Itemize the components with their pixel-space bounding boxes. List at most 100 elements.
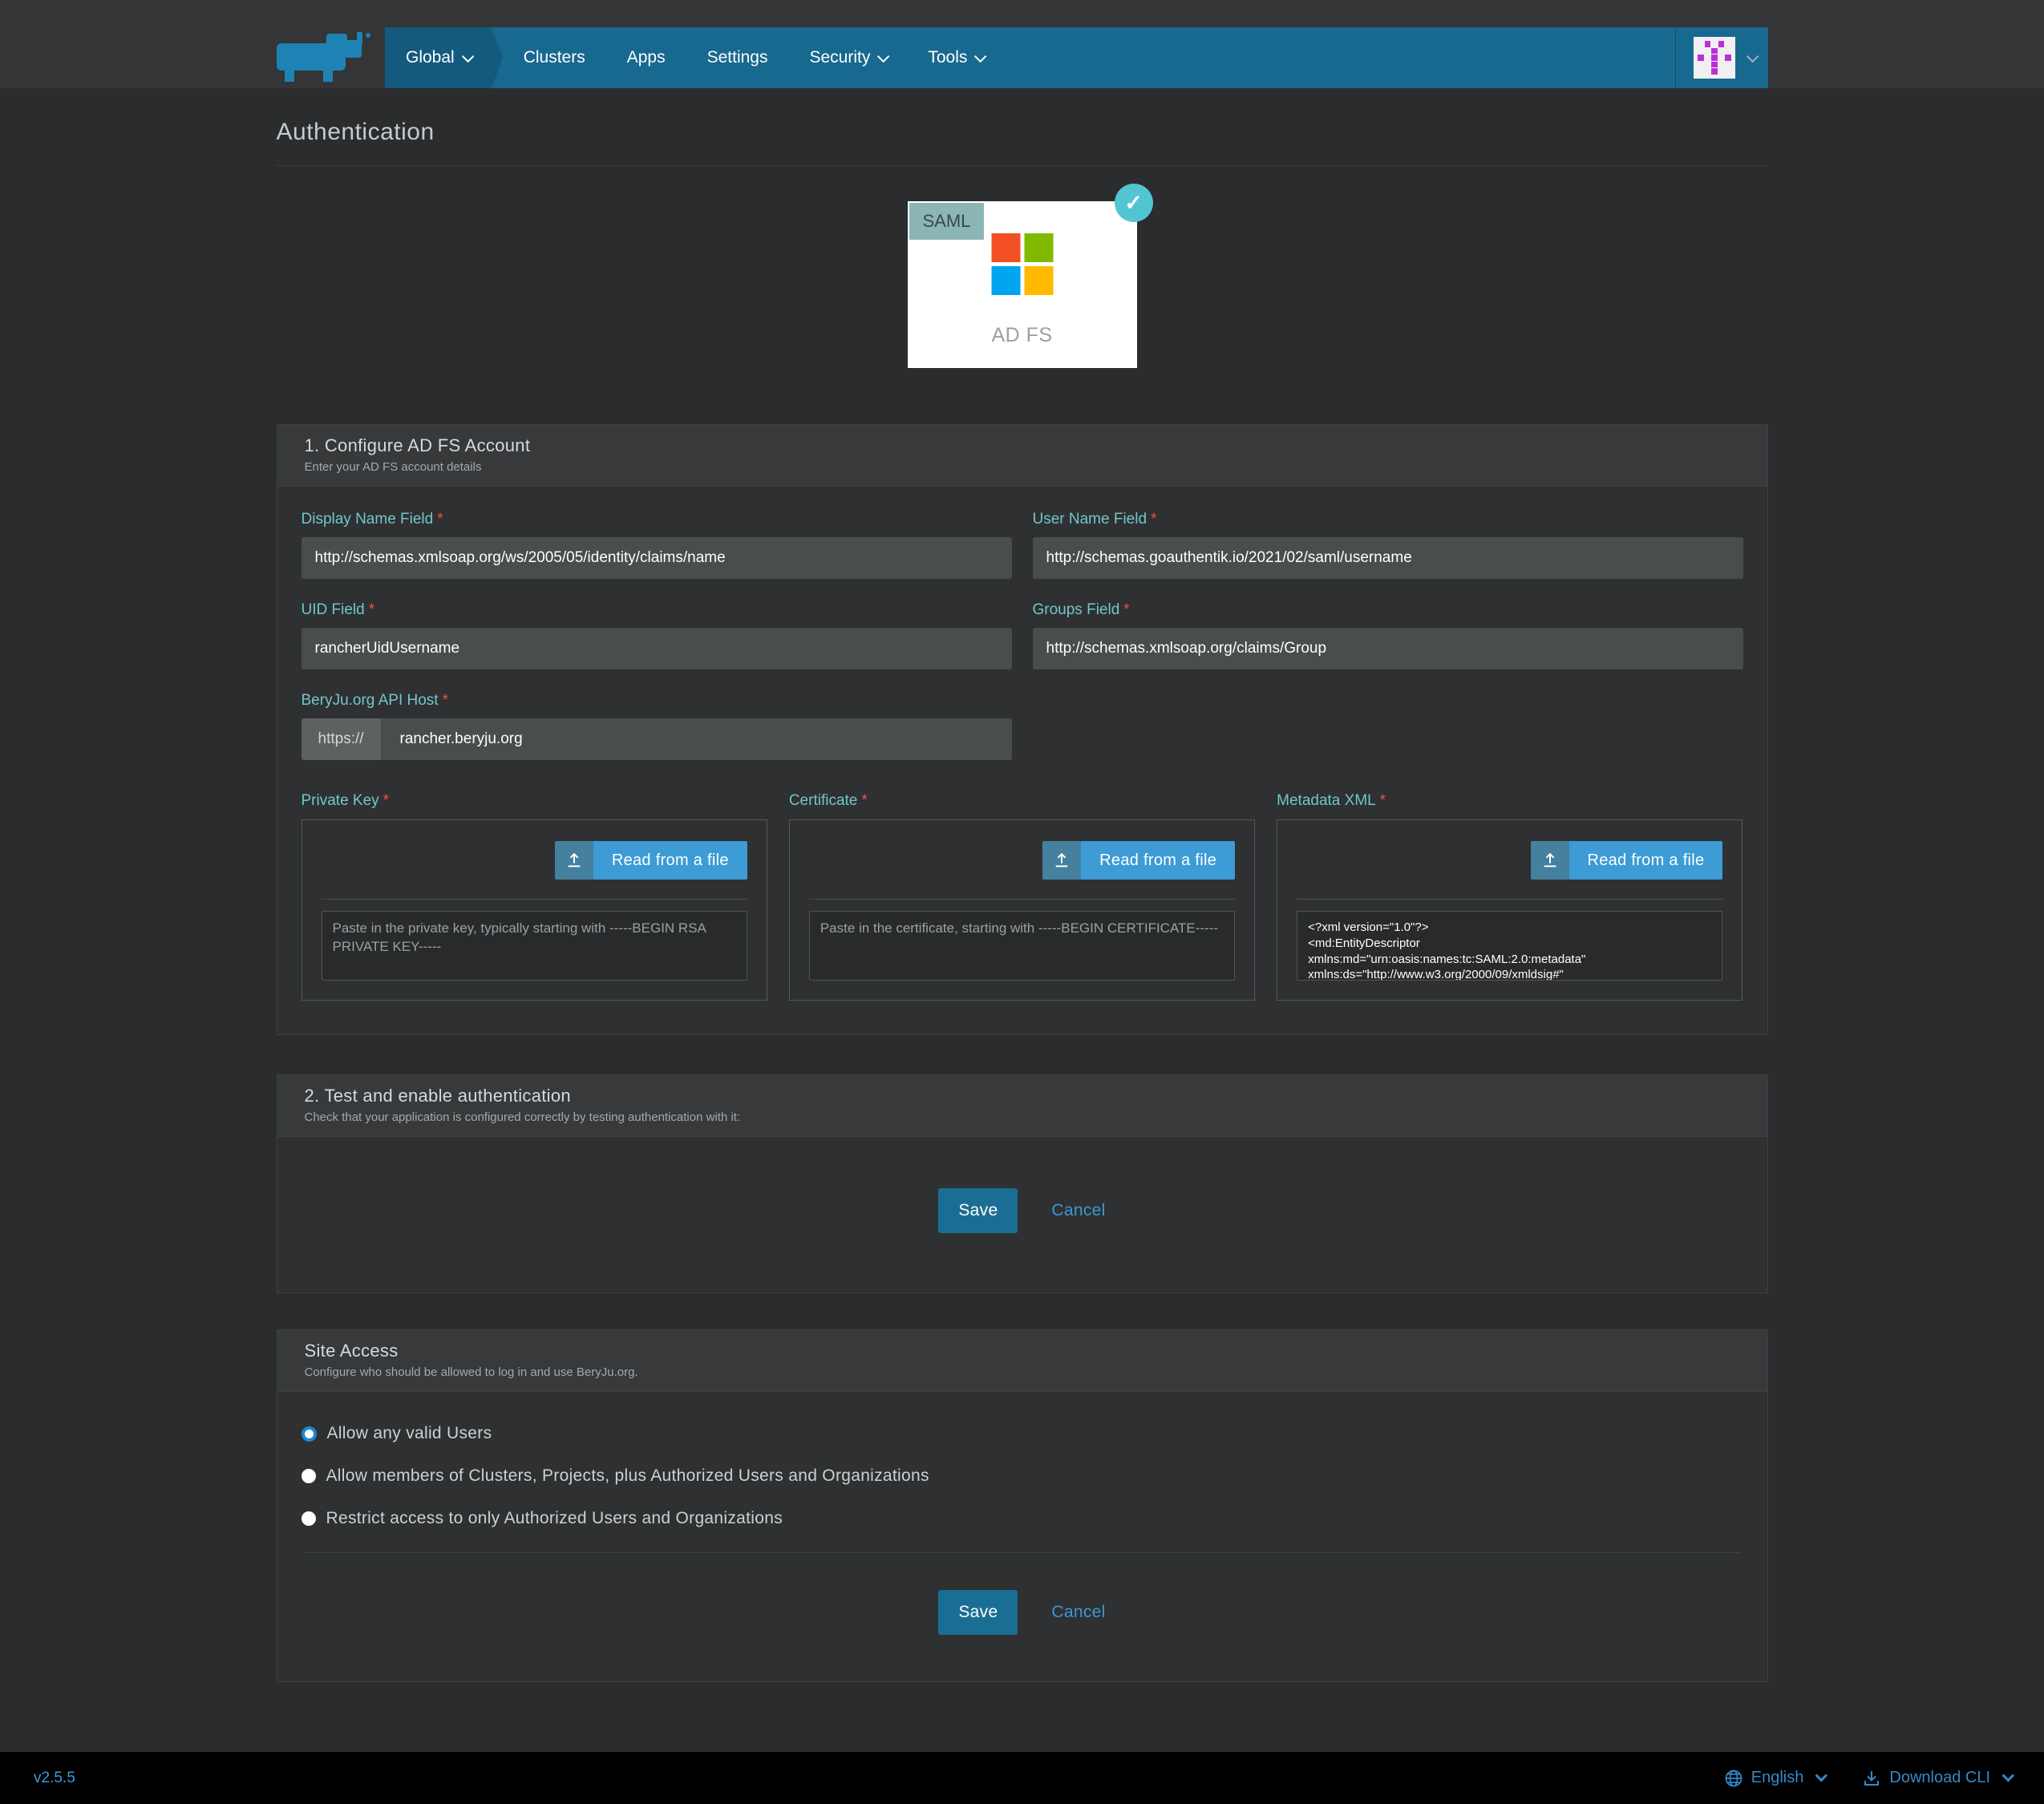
required-asterisk: *: [369, 601, 374, 618]
chevron-down-icon: [1815, 1770, 1828, 1782]
section-subtitle: Check that your application is configure…: [305, 1110, 1740, 1124]
radio-button: [302, 1511, 316, 1526]
user-menu[interactable]: [1675, 27, 1768, 88]
required-asterisk: *: [383, 792, 389, 809]
section-site-access: Site Access Configure who should be allo…: [277, 1329, 1768, 1682]
divider: [1297, 899, 1722, 900]
api-host-input[interactable]: [381, 718, 1012, 760]
read-from-file-button[interactable]: Read from a file: [555, 841, 747, 880]
read-from-file-button[interactable]: Read from a file: [1042, 841, 1235, 880]
footer: v2.5.5 English Download CLI: [0, 1752, 2044, 1804]
download-icon: [1862, 1769, 1881, 1788]
selected-check-icon: ✓: [1115, 184, 1153, 222]
groups-input[interactable]: [1033, 628, 1743, 669]
field-api-host: BeryJu.org API Host* https://: [302, 692, 1012, 760]
nav-item-label: Apps: [627, 48, 666, 67]
field-uid: UID Field*: [302, 601, 1012, 669]
field-label: Private Key*: [302, 792, 767, 810]
saml-badge: SAML: [909, 203, 985, 240]
section-title: 1. Configure AD FS Account: [305, 435, 1740, 456]
certificate-box: Read from a file: [789, 819, 1255, 1001]
user-name-input[interactable]: [1033, 537, 1743, 579]
field-user-name: User Name Field*: [1033, 511, 1743, 579]
required-asterisk: *: [1123, 601, 1129, 618]
nav-item-security[interactable]: Security: [789, 27, 908, 88]
globe-icon: [1724, 1769, 1743, 1788]
section-subtitle: Configure who should be allowed to log i…: [305, 1365, 1740, 1379]
rancher-logo: [277, 32, 374, 82]
certificate-textarea[interactable]: [809, 911, 1235, 981]
radio-allow-any-valid-users[interactable]: Allow any valid Users: [302, 1424, 1743, 1443]
nav-item-label: Global: [406, 48, 455, 67]
chevron-down-icon: [462, 50, 475, 63]
radio-allow-members[interactable]: Allow members of Clusters, Projects, plu…: [302, 1466, 1743, 1486]
nav-item-label: Tools: [928, 48, 967, 67]
required-asterisk: *: [437, 511, 443, 528]
version-label: v2.5.5: [34, 1770, 75, 1787]
upload-icon: [1531, 841, 1569, 880]
divider: [809, 899, 1235, 900]
upload-group-metadata-xml: Metadata XML* Read from a file: [1277, 792, 1742, 1001]
uid-input[interactable]: [302, 628, 1012, 669]
user-avatar: [1694, 37, 1735, 79]
upload-group-private-key: Private Key* Read from a file: [302, 792, 767, 1001]
radio-button-selected: [302, 1426, 317, 1442]
section-title: 2. Test and enable authentication: [305, 1086, 1740, 1106]
upload-group-certificate: Certificate* Read from a file: [789, 792, 1255, 1001]
required-asterisk: *: [861, 792, 867, 809]
section-configure-account: 1. Configure AD FS Account Enter your AD…: [277, 424, 1768, 1035]
download-cli-menu[interactable]: Download CLI: [1862, 1769, 2010, 1788]
save-button[interactable]: Save: [938, 1188, 1018, 1233]
nav-separator: [1675, 27, 1676, 88]
nav-item-label: Security: [810, 48, 871, 67]
field-label: UID Field*: [302, 601, 1012, 619]
nav-item-apps[interactable]: Apps: [606, 27, 686, 88]
required-asterisk: *: [1380, 792, 1386, 809]
nav-item-label: Clusters: [524, 48, 585, 67]
protocol-prefix: https://: [302, 718, 381, 760]
section-header: 1. Configure AD FS Account Enter your AD…: [277, 425, 1767, 487]
chevron-down-icon: [974, 50, 987, 63]
field-label: Certificate*: [789, 792, 1255, 810]
read-from-file-button[interactable]: Read from a file: [1531, 841, 1723, 880]
nav-item-tools[interactable]: Tools: [907, 27, 1004, 88]
microsoft-logo: [991, 233, 1053, 295]
language-selector[interactable]: English: [1724, 1769, 1824, 1788]
divider: [322, 899, 747, 900]
provider-card-adfs[interactable]: SAML ✓ AD FS: [908, 201, 1137, 368]
upload-icon: [1042, 841, 1081, 880]
field-groups: Groups Field*: [1033, 601, 1743, 669]
page-content: Authentication SAML ✓ AD FS 1. Configure…: [0, 88, 2044, 1752]
metadata-xml-box: Read from a file <?xml version="1.0"?> <…: [1277, 819, 1742, 1001]
required-asterisk: *: [1151, 511, 1156, 528]
cancel-link[interactable]: Cancel: [1051, 1201, 1105, 1220]
top-header: Global Clusters Apps Settings Security T…: [0, 0, 2044, 88]
provider-name: AD FS: [908, 324, 1137, 347]
chevron-down-icon: [1747, 50, 1759, 63]
field-label: Display Name Field*: [302, 511, 1012, 528]
field-label: Groups Field*: [1033, 601, 1743, 619]
field-display-name: Display Name Field*: [302, 511, 1012, 579]
radio-restrict-access[interactable]: Restrict access to only Authorized Users…: [302, 1509, 1743, 1528]
save-button[interactable]: Save: [938, 1590, 1018, 1635]
main-nav: Global Clusters Apps Settings Security T…: [385, 27, 1768, 88]
section-subtitle: Enter your AD FS account details: [305, 460, 1740, 474]
section-title: Site Access: [305, 1341, 1740, 1361]
chevron-down-icon: [2002, 1770, 2015, 1782]
required-asterisk: *: [443, 692, 448, 709]
section-header: Site Access Configure who should be allo…: [277, 1330, 1767, 1392]
private-key-box: Read from a file: [302, 819, 767, 1001]
nav-item-clusters[interactable]: Clusters: [503, 27, 606, 88]
cancel-link[interactable]: Cancel: [1051, 1603, 1105, 1622]
divider: [305, 1552, 1740, 1553]
nav-item-settings[interactable]: Settings: [686, 27, 789, 88]
upload-icon: [555, 841, 593, 880]
nav-item-global[interactable]: Global: [385, 27, 492, 88]
field-label: BeryJu.org API Host*: [302, 692, 1012, 710]
title-divider: [277, 165, 1768, 166]
display-name-input[interactable]: [302, 537, 1012, 579]
metadata-xml-textarea[interactable]: <?xml version="1.0"?> <md:EntityDescript…: [1297, 911, 1722, 981]
private-key-textarea[interactable]: [322, 911, 747, 981]
section-header: 2. Test and enable authentication Check …: [277, 1075, 1767, 1137]
radio-button: [302, 1469, 316, 1483]
